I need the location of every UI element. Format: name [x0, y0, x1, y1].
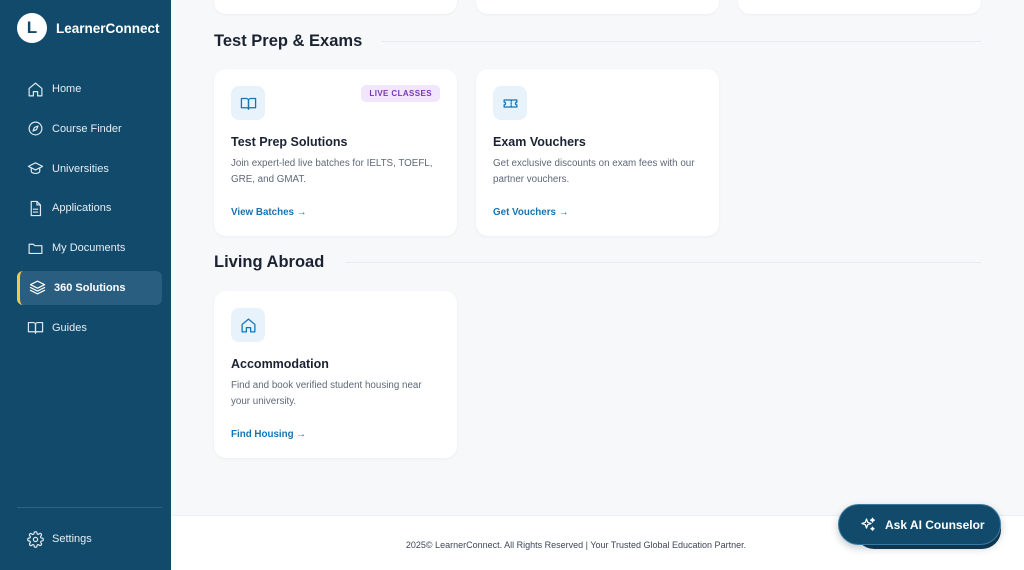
live-classes-badge: LIVE CLASSES: [361, 85, 440, 102]
card-test-prep-solutions: LIVE CLASSES Test Prep Solutions Join ex…: [214, 69, 457, 236]
sidebar-item-universities[interactable]: Universities: [17, 152, 162, 186]
sidebar-item-label: My Documents: [52, 242, 126, 255]
sidebar-item-my-documents[interactable]: My Documents: [17, 231, 162, 265]
view-batches-link[interactable]: View Batches →: [231, 207, 307, 218]
card-title: Exam Vouchers: [493, 135, 586, 149]
sidebar-item-label: Universities: [52, 162, 109, 175]
brand-logo: L: [17, 13, 47, 43]
sidebar: L LearnerConnect Home Course Finder Univ…: [0, 0, 171, 570]
previous-card-3[interactable]: [738, 0, 981, 14]
card-exam-vouchers: Exam Vouchers Get exclusive discounts on…: [476, 69, 719, 236]
compass-icon: [26, 120, 44, 138]
sidebar-item-label: Course Finder: [52, 122, 122, 135]
sidebar-divider: [17, 507, 162, 508]
section-divider: [381, 41, 981, 42]
sidebar-item-360-solutions[interactable]: 360 Solutions: [17, 270, 162, 305]
sidebar-item-applications[interactable]: Applications: [17, 191, 162, 225]
get-vouchers-link[interactable]: Get Vouchers →: [493, 207, 569, 218]
fab-label: Ask AI Counselor: [885, 517, 985, 532]
previous-card-1[interactable]: [214, 0, 457, 14]
sidebar-item-label: Settings: [52, 533, 92, 545]
house-icon: [231, 308, 265, 342]
sidebar-item-course-finder[interactable]: Course Finder: [17, 112, 162, 146]
folder-icon: [26, 239, 44, 257]
gear-icon: [26, 530, 44, 548]
book-icon: [231, 86, 265, 120]
card-description: Get exclusive discounts on exam fees wit…: [493, 158, 695, 185]
card-accommodation: Accommodation Find and book verified stu…: [214, 291, 457, 458]
book-open-icon: [26, 319, 44, 337]
document-icon: [26, 199, 44, 217]
card-title: Test Prep Solutions: [231, 135, 348, 149]
find-housing-link[interactable]: Find Housing →: [231, 429, 306, 440]
sidebar-item-label: Home: [52, 83, 82, 95]
ticket-icon: [493, 86, 527, 120]
sidebar-nav: Home Course Finder Universities Applicat…: [17, 72, 162, 351]
main-content: Test Prep & Exams LIVE CLASSES Test Prep…: [171, 0, 1024, 515]
section-divider: [346, 262, 981, 263]
sidebar-item-label: Guides: [52, 321, 87, 334]
section-title-test-prep: Test Prep & Exams: [214, 32, 363, 50]
sidebar-item-label: 360 Solutions: [54, 281, 126, 294]
card-title: Accommodation: [231, 357, 329, 371]
layers-icon: [28, 279, 46, 297]
brand[interactable]: L LearnerConnect: [17, 13, 160, 43]
sidebar-item-home[interactable]: Home: [17, 72, 162, 106]
sidebar-item-guides[interactable]: Guides: [17, 311, 162, 345]
previous-card-2[interactable]: [476, 0, 719, 14]
sidebar-item-settings[interactable]: Settings: [17, 522, 162, 556]
card-description: Join expert-led live batches for IELTS, …: [231, 158, 433, 185]
graduation-cap-icon: [26, 160, 44, 178]
sidebar-item-label: Applications: [52, 202, 112, 215]
ask-ai-counselor-button[interactable]: Ask AI Counselor: [838, 504, 1001, 545]
brand-name: LearnerConnect: [56, 20, 160, 36]
sparkles-icon: [859, 516, 877, 534]
card-description: Find and book verified student housing n…: [231, 380, 422, 407]
section-title-living-abroad: Living Abroad: [214, 253, 325, 271]
home-icon: [26, 80, 44, 98]
